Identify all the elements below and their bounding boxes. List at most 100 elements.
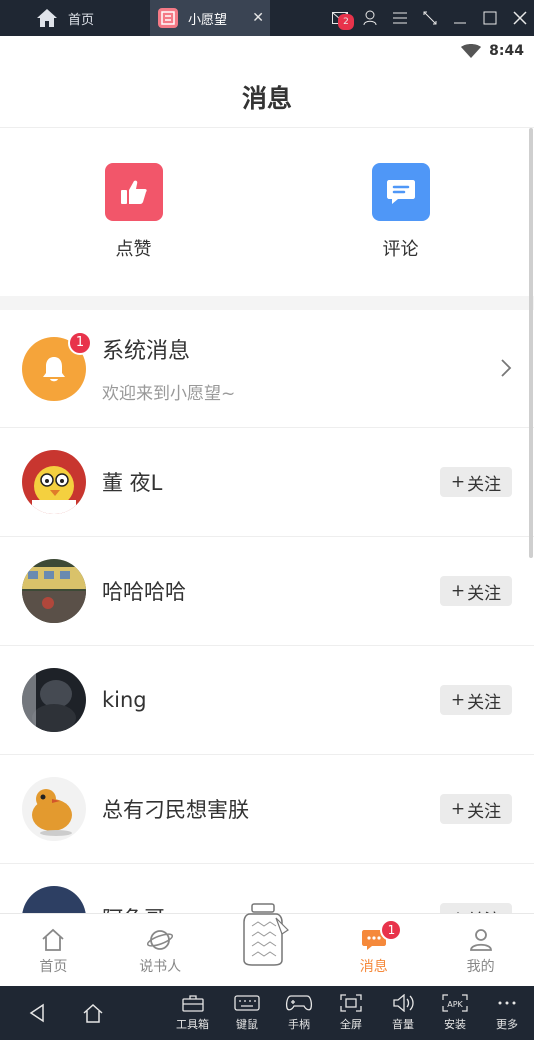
volume-icon (393, 994, 414, 1012)
scrollbar[interactable] (529, 128, 533, 558)
fullscreen-button[interactable]: 全屏 (340, 994, 362, 1032)
gamepad-label: 手柄 (288, 1018, 310, 1031)
volume-button[interactable]: 音量 (392, 994, 414, 1032)
tab-messages-label: 消息 (359, 959, 388, 975)
gamepad-button[interactable]: 手柄 (285, 994, 313, 1032)
bottom-tab-bar: 首页 说书人 1 消息 我的 (0, 903, 534, 986)
install-apk-button[interactable]: APK 安装 (442, 994, 468, 1032)
bell-icon: 1 (22, 330, 92, 401)
user-row[interactable]: 董 夜L + 关注 (0, 428, 534, 537)
tab-messages[interactable]: 1 消息 (320, 914, 427, 986)
toolbox-label: 工具箱 (176, 1018, 209, 1031)
user-name: 哈哈哈哈 (102, 580, 186, 604)
apk-install-icon: APK (442, 994, 468, 1012)
planet-icon (147, 930, 174, 950)
tab-mine-label: 我的 (466, 959, 495, 975)
user-row[interactable]: 哈哈哈哈 + 关注 (0, 537, 534, 646)
keyboard-icon (234, 995, 260, 1011)
gamepad-icon (285, 995, 313, 1011)
tab-storyteller-label: 说书人 (139, 959, 182, 975)
minimize-icon[interactable] (452, 10, 468, 26)
install-label: 安装 (444, 1018, 466, 1031)
follow-label: 关注 (467, 692, 502, 713)
svg-text:APK: APK (447, 1000, 463, 1009)
account-icon[interactable] (362, 10, 378, 26)
toolbox-icon (181, 995, 204, 1012)
tab-storyteller[interactable]: 说书人 (107, 914, 214, 986)
back-icon (29, 1003, 44, 1023)
fullscreen-label: 全屏 (340, 1018, 362, 1031)
plus-icon: + (450, 472, 466, 492)
system-message-title: 系统消息 (102, 339, 191, 364)
user-avatar[interactable] (22, 559, 86, 623)
user-name: king (102, 688, 147, 712)
likes-button[interactable]: 点赞 (0, 128, 267, 296)
tab-wish-jar[interactable] (214, 903, 321, 986)
app-icon (158, 8, 178, 28)
follow-button[interactable]: +关注 (440, 467, 512, 497)
toolbox-button[interactable]: 工具箱 (176, 994, 209, 1032)
follow-label: 关注 (467, 583, 502, 604)
user-name: 董 夜L (102, 471, 163, 495)
emulator-home-tab-label: 首页 (68, 12, 95, 28)
emulator-app-tab[interactable]: 小愿望 ✕ (150, 0, 270, 36)
more-button[interactable]: 更多 (496, 994, 518, 1032)
home-icon (37, 9, 57, 27)
user-name: 总有刁民想害朕 (102, 798, 249, 822)
comments-button[interactable]: 评论 (267, 128, 534, 296)
quick-actions: 点赞 评论 (0, 128, 534, 296)
section-divider (0, 296, 534, 310)
comments-label: 评论 (382, 239, 419, 260)
messages-badge: 1 (380, 919, 403, 941)
maximize-icon[interactable] (482, 10, 498, 26)
user-avatar[interactable] (22, 777, 86, 841)
system-message-badge: 1 (68, 330, 92, 355)
user-avatar[interactable] (22, 450, 86, 514)
tab-home-label: 首页 (39, 959, 68, 975)
system-message-preview: 欢迎来到小愿望~ (102, 384, 236, 404)
wifi-icon (461, 44, 482, 58)
follow-button[interactable]: +关注 (440, 576, 512, 606)
user-row[interactable]: king + 关注 (0, 646, 534, 755)
follow-button[interactable]: +关注 (440, 685, 512, 715)
keymouse-button[interactable]: 键鼠 (234, 994, 260, 1032)
plus-icon: + (450, 581, 466, 601)
page-title: 消息 (241, 83, 292, 113)
follow-button[interactable]: +关注 (440, 794, 512, 824)
emulator-title-bar: 首页 小愿望 ✕ 2 (0, 0, 534, 36)
thumbs-up-icon (104, 163, 163, 221)
mail-icon[interactable]: 2 (332, 10, 354, 30)
follow-label: 关注 (467, 801, 502, 822)
tab-mine[interactable]: 我的 (427, 914, 534, 986)
more-label: 更多 (496, 1018, 518, 1031)
restore-icon[interactable] (422, 10, 438, 26)
android-home-button[interactable] (82, 1003, 104, 1023)
message-list: 1 系统消息 欢迎来到小愿望~ 董 夜L + 关注 哈哈哈哈 + 关注 king +… (0, 310, 534, 973)
mail-badge: 2 (338, 14, 354, 30)
chevron-right-icon (501, 359, 512, 377)
emulator-toolbar: 工具箱 键鼠 手柄 全屏 音量 APK 安装 更多 (0, 986, 534, 1040)
comment-icon (371, 163, 430, 221)
close-tab-icon[interactable]: ✕ (252, 10, 264, 26)
system-message-row[interactable]: 1 系统消息 欢迎来到小愿望~ (0, 310, 534, 428)
wish-jar-icon (243, 903, 289, 966)
status-time: 8:44 (489, 43, 524, 59)
window-controls: 2 (332, 0, 528, 36)
menu-icon[interactable] (392, 10, 408, 26)
home-icon (83, 1003, 103, 1023)
fullscreen-icon (340, 994, 362, 1012)
close-window-icon[interactable] (512, 10, 528, 26)
emulator-home-tab[interactable]: 首页 (36, 6, 94, 30)
follow-label: 关注 (467, 474, 502, 495)
more-icon (498, 1001, 516, 1005)
likes-label: 点赞 (115, 239, 152, 260)
plus-icon: + (450, 799, 466, 819)
volume-label: 音量 (392, 1018, 414, 1031)
home-icon (42, 928, 64, 951)
user-icon (469, 929, 492, 951)
user-avatar[interactable] (22, 668, 86, 732)
back-button[interactable] (28, 1003, 46, 1023)
tab-home[interactable]: 首页 (0, 914, 107, 986)
plus-icon: + (450, 690, 466, 710)
user-row[interactable]: 总有刁民想害朕 + 关注 (0, 755, 534, 864)
